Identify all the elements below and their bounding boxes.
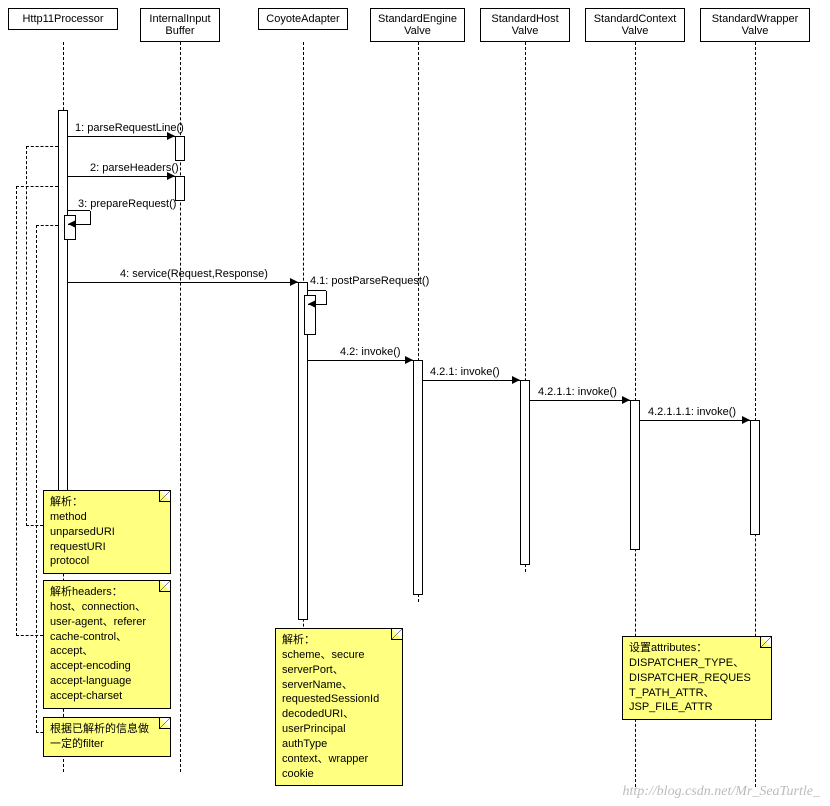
note2-l1: host、connection、 [50, 601, 146, 613]
msg-1-line [68, 136, 175, 137]
activation-inputbuf-2 [175, 176, 185, 201]
note4-title: 解析： [282, 634, 315, 646]
lifeline-engine: StandardEngine Valve [370, 8, 465, 42]
lifeline-inputbuf: InternalInput Buffer [140, 8, 220, 42]
msg-4-label: 4: service(Request,Response) [120, 268, 268, 280]
note3-l1: 根据已解析的信息做 [50, 723, 149, 735]
msg-42111-label: 4.2.1.1.1: invoke() [648, 406, 736, 418]
msg-42-label: 4.2: invoke() [340, 346, 401, 358]
note4-l8: context、wrapper [282, 753, 368, 765]
conn-note3 [36, 225, 37, 733]
note-filter: 根据已解析的信息做 一定的filter [43, 717, 171, 757]
note1-l2: unparsedURI [50, 526, 115, 538]
note2-l6: accept-language [50, 675, 131, 687]
msg-41-label: 4.1: postParseRequest() [310, 275, 429, 287]
note2-l3: cache-control、 [50, 631, 127, 643]
conn-note2-h1 [16, 186, 58, 187]
conn-note3-h1 [36, 225, 58, 226]
activation-http11-main [58, 110, 68, 510]
msg-2-line [68, 176, 175, 177]
conn-note1-h1 [26, 146, 58, 147]
msg-42-line [308, 360, 413, 361]
msg-4211-arrow [622, 396, 630, 404]
note4-l1: scheme、secure [282, 649, 365, 661]
msg-421-label: 4.2.1: invoke() [430, 366, 500, 378]
note3-l2: 一定的filter [50, 738, 104, 750]
note5-l2: DISPATCHER_REQUES [629, 672, 751, 684]
note5-l1: DISPATCHER_TYPE、 [629, 657, 744, 669]
activation-wrapper [750, 420, 760, 535]
conn-note2-h2 [16, 635, 43, 636]
watermark: http://blog.csdn.net/Mr_SeaTurtle_ [622, 784, 820, 800]
note4-l9: cookie [282, 768, 314, 780]
lifeline-host: StandardHost Valve [480, 8, 570, 42]
note2-title: 解析headers： [50, 586, 123, 598]
note-coyote-parse: 解析： scheme、secure serverPort、 serverName… [275, 628, 403, 786]
msg-42-arrow [405, 356, 413, 364]
activation-host [520, 380, 530, 565]
msg-1-arrow [167, 132, 175, 140]
note1-l1: method [50, 511, 87, 523]
lifeline-context: StandardContext Valve [585, 8, 685, 42]
msg-4-line [68, 282, 298, 283]
lifeline-http11: Http11Processor [8, 8, 118, 30]
note2-l7: accept-charset [50, 690, 122, 702]
note1-l3: requestURI [50, 541, 106, 553]
note2-l5: accept-encoding [50, 660, 131, 672]
msg-421-arrow [512, 376, 520, 384]
msg-42111-line [640, 420, 750, 421]
lifeline-wrapper: StandardWrapper Valve [700, 8, 810, 42]
note5-l3: T_PATH_ATTR、 [629, 687, 715, 699]
conn-note2 [16, 186, 17, 636]
activation-context [630, 400, 640, 550]
activation-inputbuf-1 [175, 136, 185, 161]
note4-l6: userPrincipal [282, 723, 346, 735]
msg-41-self [308, 290, 327, 305]
note4-l3: serverName、 [282, 679, 353, 691]
msg-2-label: 2: parseHeaders() [90, 162, 179, 174]
msg-4-arrow [290, 278, 298, 286]
note5-title: 设置attributes： [629, 642, 707, 654]
note4-l2: serverPort、 [282, 664, 344, 676]
note-parse-headers: 解析headers： host、connection、 user-agent、r… [43, 580, 171, 709]
msg-2-arrow [167, 172, 175, 180]
msg-421-line [423, 380, 520, 381]
note1-title: 解析： [50, 496, 83, 508]
msg-4211-label: 4.2.1.1: invoke() [538, 386, 617, 398]
note2-l2: user-agent、referer [50, 616, 146, 628]
note5-l4: JSP_FILE_ATTR [629, 701, 713, 713]
msg-42111-arrow [742, 416, 750, 424]
note4-l5: decodedURI、 [282, 708, 354, 720]
activation-engine [413, 360, 423, 595]
note-parse-request: 解析： method unparsedURI requestURI protoc… [43, 490, 171, 574]
msg-4211-line [530, 400, 630, 401]
note1-l4: protocol [50, 555, 89, 567]
note-attributes: 设置attributes： DISPATCHER_TYPE、 DISPATCHE… [622, 636, 772, 720]
note4-l4: requestedSessionId [282, 693, 379, 705]
note4-l7: authType [282, 738, 327, 750]
conn-note1 [26, 146, 27, 526]
conn-note3-h2 [36, 732, 43, 733]
msg-3-label: 3: prepareRequest() [78, 198, 176, 210]
msg-3-self [68, 210, 91, 225]
lifeline-coyote: CoyoteAdapter [258, 8, 348, 30]
conn-note1-h2 [26, 525, 43, 526]
note2-l4: accept、 [50, 645, 93, 657]
